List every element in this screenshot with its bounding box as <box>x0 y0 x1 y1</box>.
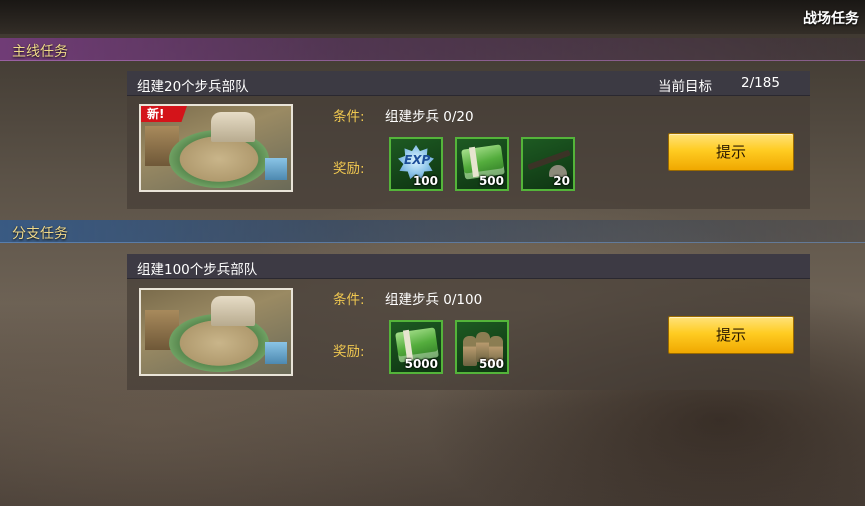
reward-exp[interactable]: EXP 100 <box>389 137 443 191</box>
reward-amount: 500 <box>478 357 504 371</box>
current-goal-value: 2/185 <box>741 75 780 91</box>
quest-card-main: 组建20个步兵部队 当前目标 2/185 新! 条件: 组建步兵 0/20 奖励… <box>127 71 810 209</box>
reward-amount: 500 <box>478 174 504 188</box>
soldier-icon <box>463 336 477 366</box>
main-quest-section-label: 主线任务 <box>12 44 68 60</box>
quest-title: 组建100个步兵部队 <box>137 262 258 278</box>
condition-value: 组建步兵 0/100 <box>385 292 483 308</box>
exp-text: EXP <box>404 153 431 167</box>
reward-cash[interactable]: 5000 <box>389 320 443 374</box>
page-title: 战场任务 <box>803 11 859 27</box>
hint-button[interactable]: 提示 <box>668 133 794 171</box>
quest-title-bar: 组建100个步兵部队 <box>127 254 810 279</box>
condition-label: 条件: <box>333 292 365 308</box>
branch-quest-section-label: 分支任务 <box>12 226 68 242</box>
condition-label: 条件: <box>333 109 365 125</box>
branch-quest-section-header: 分支任务 <box>0 220 865 243</box>
quest-thumbnail: 新! <box>139 104 293 192</box>
current-goal-label: 当前目标 <box>658 79 712 95</box>
condition-value: 组建步兵 0/20 <box>385 109 474 125</box>
reward-label: 奖励: <box>333 161 365 177</box>
reward-amount: 5000 <box>404 357 438 371</box>
quest-title-bar: 组建20个步兵部队 当前目标 2/185 <box>127 71 810 96</box>
top-bar: 战场任务 <box>0 0 865 34</box>
reward-equipment[interactable]: 20 <box>521 137 575 191</box>
reward-cash[interactable]: 500 <box>455 137 509 191</box>
quest-thumbnail <box>139 288 293 376</box>
reward-soldiers[interactable]: 500 <box>455 320 509 374</box>
hint-button[interactable]: 提示 <box>668 316 794 354</box>
reward-amount: 20 <box>553 174 570 188</box>
new-badge: 新! <box>141 106 187 122</box>
quest-title: 组建20个步兵部队 <box>137 79 249 95</box>
main-quest-section-header: 主线任务 <box>0 38 865 61</box>
quest-card-branch: 组建100个步兵部队 条件: 组建步兵 0/100 奖励: 5000 500 提… <box>127 254 810 390</box>
reward-label: 奖励: <box>333 344 365 360</box>
reward-amount: 100 <box>412 174 438 188</box>
